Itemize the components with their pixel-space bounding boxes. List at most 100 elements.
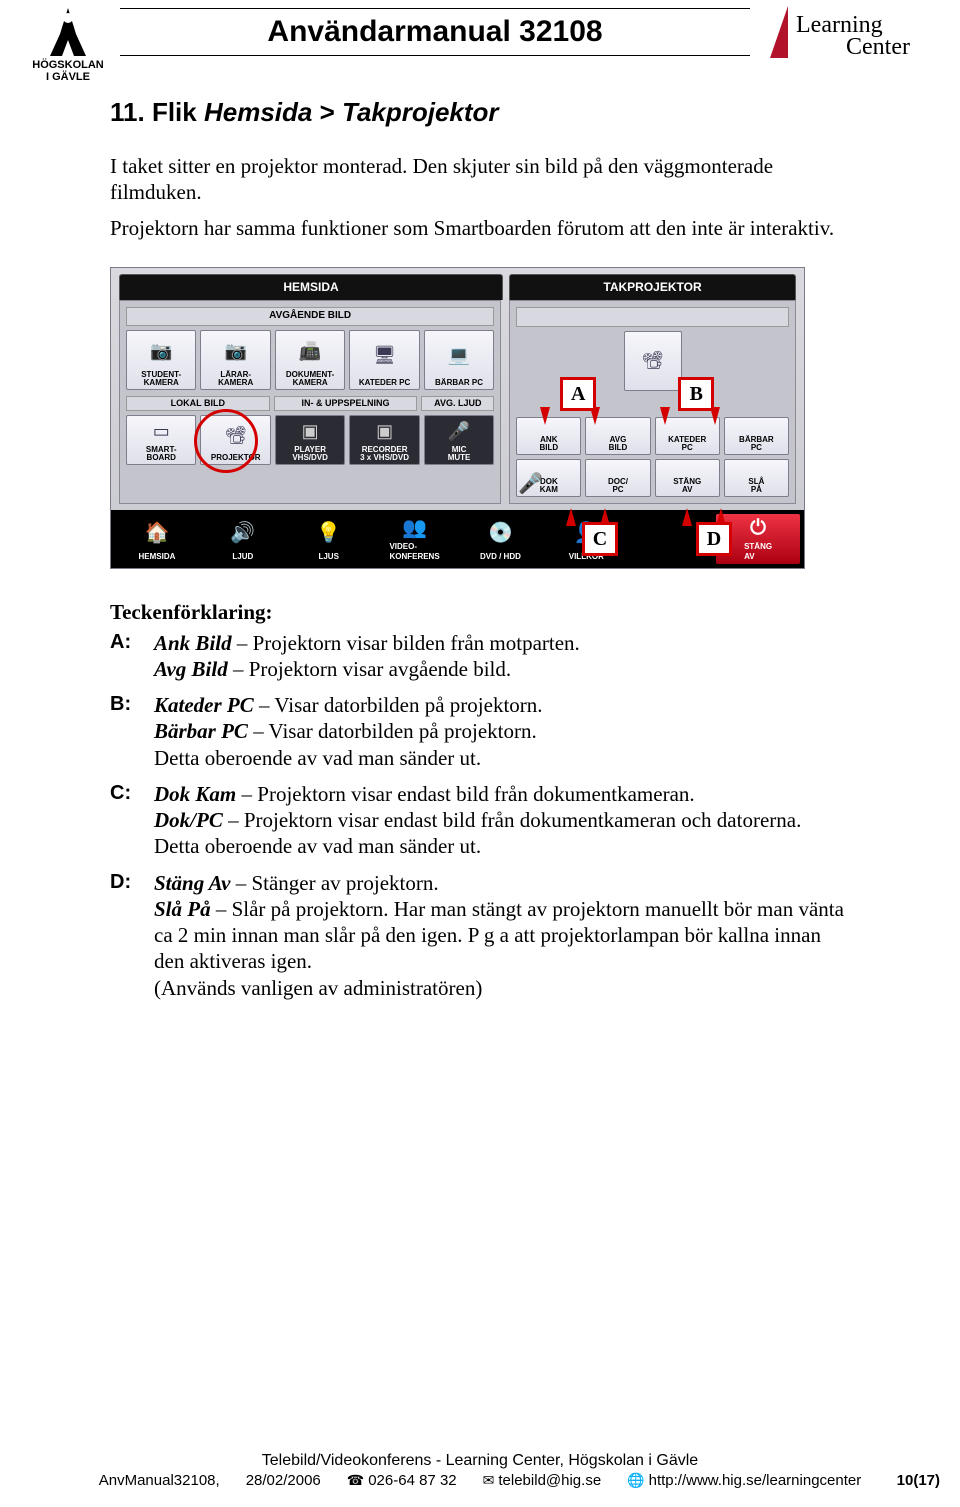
document-camera-icon: 📠 [299, 331, 321, 371]
legend-d-term2: Slå På [154, 897, 211, 921]
projector-icon: 📽 [224, 416, 247, 454]
legend-d-key: D: [110, 870, 136, 895]
power-icon: ⏻ [750, 514, 766, 542]
logo-hogskolan-line2: I GÄVLE [20, 71, 116, 83]
legend-c: C: Dok Kam – Projektorn visar endast bil… [110, 781, 850, 860]
intro-p1: I taket sitter en projektor monterad. De… [110, 153, 850, 206]
logo-lc-line2: Center [846, 34, 910, 61]
legend-a-term1: Ank Bild [154, 631, 232, 655]
arrow-a2 [590, 407, 600, 425]
tab-takprojektor[interactable]: TAKPROJEKTOR [509, 274, 796, 300]
legend-a-term2: Avg Bild [154, 657, 228, 681]
person-icon: 👤 [574, 514, 599, 552]
legend-d: D: Stäng Av – Stänger av projektorn. Slå… [110, 870, 850, 1001]
legend-b-term2: Bärbar PC [154, 719, 248, 743]
subheader-empty [516, 307, 789, 327]
btn-dokument-kamera[interactable]: 📠DOKUMENT- KAMERA [275, 330, 345, 390]
legend-d-term1: Stäng Av [154, 871, 230, 895]
legend-b-term1: Kateder PC [154, 693, 254, 717]
btn-mic-mute[interactable]: 🎤MIC MUTE [424, 415, 494, 465]
arrow-d2 [716, 508, 726, 526]
btn-barbar-pc-proj[interactable]: BÄRBAR PC [724, 417, 789, 455]
btn-player-vhs-dvd[interactable]: ▣PLAYER VHS/DVD [275, 415, 345, 465]
section-hemsida: Hemsida [204, 97, 312, 127]
btn-smartboard[interactable]: ▭SMART- BOARD [126, 415, 196, 465]
section-heading: 11. Flik Hemsida > Takprojektor [110, 96, 850, 129]
legend-d-desc1: – Stänger av projektorn. [230, 871, 438, 895]
section-number: 11. [110, 97, 145, 127]
subheader-lokal-bild: LOKAL BILD [126, 396, 270, 411]
disc-icon: 💿 [488, 514, 513, 552]
legend-a: A: Ank Bild – Projektorn visar bilden fr… [110, 630, 850, 683]
pane-takprojektor: 📽 ANK BILD AVG BILD KATEDER PC BÄRBAR PC… [509, 300, 796, 504]
legend-b-desc2: – Visar datorbilden på projektorn. [248, 719, 537, 743]
footer-page: 10(17) [897, 1472, 940, 1489]
nav-villkor[interactable]: 👤VILLKOR [544, 514, 628, 564]
legend-c-desc1: – Projektorn visar endast bild från doku… [236, 782, 694, 806]
btn-student-kamera[interactable]: 📷STUDENT- KAMERA [126, 330, 196, 390]
btn-stang-av[interactable]: STÄNG AV [655, 459, 720, 497]
desktop-icon: 🖥 [373, 331, 396, 379]
indicator-projector: 📽 [624, 331, 682, 391]
legend-a-desc2: – Projektorn visar avgående bild. [228, 657, 511, 681]
legend-a-key: A: [110, 630, 136, 655]
nav-ljud[interactable]: 🔊LJUD [201, 514, 285, 564]
nav-hemsida[interactable]: 🏠HEMSIDA [115, 514, 199, 564]
btn-sla-pa[interactable]: SLÅ PÅ [724, 459, 789, 497]
logo-hogskolan-line1: HÖGSKOLAN [20, 60, 116, 71]
laptop-icon: 💻 [448, 331, 470, 379]
nav-videokonferens[interactable]: 👥VIDEO- KONFERENS [373, 514, 457, 564]
conference-icon: 👥 [402, 514, 427, 542]
light-icon: 💡 [316, 514, 341, 552]
bottom-nav: 🏠HEMSIDA 🔊LJUD 💡LJUS 👥VIDEO- KONFERENS 💿… [111, 510, 804, 568]
logo-hogskolan: HÖGSKOLAN I GÄVLE [20, 4, 116, 83]
subheader-avgaende-bild: AVGÅENDE BILD [126, 307, 494, 326]
page-title: Användarmanual 32108 [267, 15, 602, 49]
recorder-icon: ▣ [376, 416, 393, 446]
footer-doc: AnvManual32108, [99, 1472, 220, 1489]
section-gt: > [320, 97, 335, 127]
legend-c-term1: Dok Kam [154, 782, 236, 806]
arrow-c2 [600, 508, 610, 526]
arrow-c1 [566, 508, 576, 526]
logo-triangle-icon [770, 6, 788, 58]
legend-title: Teckenförklaring: [110, 599, 850, 625]
logo-hogskolan-icon [40, 4, 96, 60]
mic-icon: 🎤 [518, 472, 543, 497]
legend-c-desc2: – Projektorn visar endast bild från doku… [154, 808, 801, 858]
footer-line1: Telebild/Videokonferens - Learning Cente… [0, 1452, 960, 1470]
camera-icon: 📷 [224, 331, 246, 371]
tab-hemsida[interactable]: HEMSIDA [119, 274, 503, 300]
nav-ljus[interactable]: 💡LJUS [287, 514, 371, 564]
board-icon: ▭ [153, 416, 170, 446]
footer-email: telebild@hig.se [498, 1472, 601, 1489]
nav-dvd-hdd[interactable]: 💿DVD / HDD [459, 514, 543, 564]
btn-doc-pc[interactable]: DOC/ PC [585, 459, 650, 497]
legend-c-key: C: [110, 781, 136, 806]
player-icon: ▣ [302, 416, 319, 446]
arrow-d1 [682, 508, 692, 526]
btn-kateder-pc[interactable]: 🖥KATEDER PC [349, 330, 419, 390]
btn-barbar-pc[interactable]: 💻BÄRBAR PC [424, 330, 494, 390]
btn-projektor[interactable]: 📽PROJEKTOR [200, 415, 270, 465]
legend-b-desc3: Detta oberoende av vad man sänder ut. [154, 746, 481, 770]
camera-icon: 📷 [150, 331, 172, 371]
phone-icon: ☎ [347, 1472, 364, 1489]
mail-icon: ✉ [483, 1472, 495, 1489]
logo-learning-center: Learning Center [770, 6, 930, 68]
section-flik: Flik [152, 97, 197, 127]
arrow-b2 [710, 407, 720, 425]
arrow-a1 [540, 407, 550, 425]
legend-d-desc3: (Används vanligen av administratören) [154, 976, 482, 1000]
nav-spacer [630, 514, 714, 564]
btn-recorder-vhs-dvd[interactable]: ▣RECORDER 3 x VHS/DVD [349, 415, 419, 465]
mic-icon: 🎤 [448, 416, 470, 446]
nav-stang-av[interactable]: ⏻STÄNG AV [716, 514, 800, 564]
btn-larar-kamera[interactable]: 📷LÄRAR- KAMERA [200, 330, 270, 390]
sound-icon: 🔊 [230, 514, 255, 552]
projector-icon: 📽 [641, 332, 664, 388]
page-header: HÖGSKOLAN I GÄVLE Användarmanual 32108 L… [0, 0, 960, 56]
globe-icon: 🌐 [627, 1472, 644, 1489]
control-panel-figure: HEMSIDA TAKPROJEKTOR AVGÅENDE BILD 📷STUD… [110, 267, 805, 569]
footer-phone: 026-64 87 32 [368, 1472, 456, 1489]
